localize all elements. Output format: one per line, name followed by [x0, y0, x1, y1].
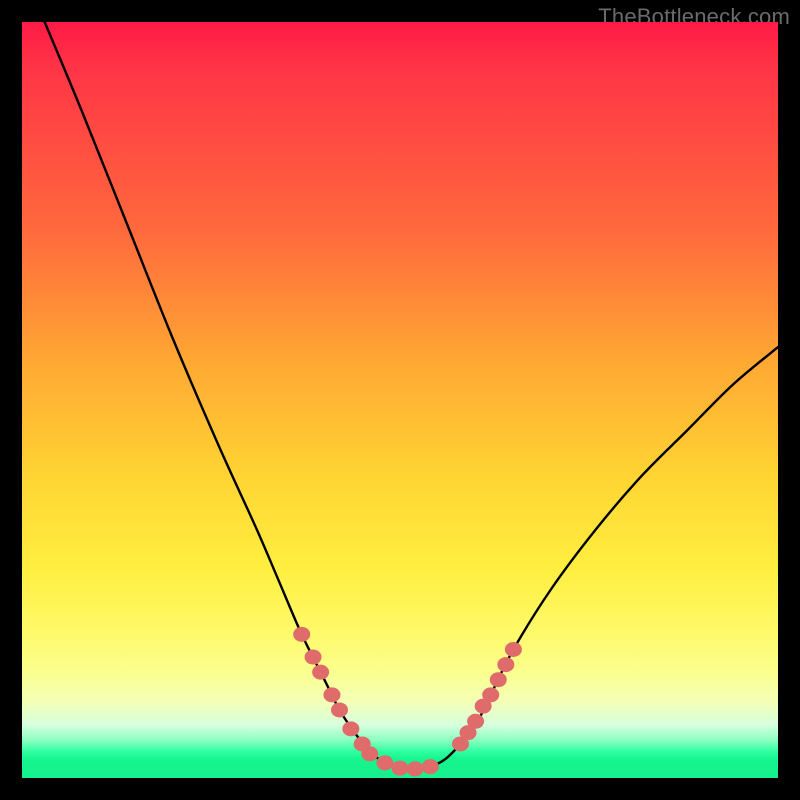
bead-marker: [331, 702, 348, 717]
bead-marker: [467, 714, 484, 729]
bead-marker: [490, 672, 507, 687]
bead-marker: [376, 755, 393, 770]
bead-marker: [497, 657, 514, 672]
bead-marker: [305, 650, 322, 665]
bead-marker: [312, 665, 329, 680]
chart-frame: TheBottleneck.com: [0, 0, 800, 800]
bead-marker: [342, 721, 359, 736]
bead-marker: [482, 687, 499, 702]
plot-area: [22, 22, 778, 778]
bead-marker: [505, 642, 522, 657]
bead-marker: [323, 687, 340, 702]
bead-marker: [407, 761, 424, 776]
highlight-beads: [293, 627, 522, 777]
bottleneck-curve: [45, 22, 778, 769]
bead-marker: [293, 627, 310, 642]
bead-marker: [392, 761, 409, 776]
bead-marker: [361, 746, 378, 761]
curve-layer: [22, 22, 778, 778]
bead-marker: [422, 759, 439, 774]
